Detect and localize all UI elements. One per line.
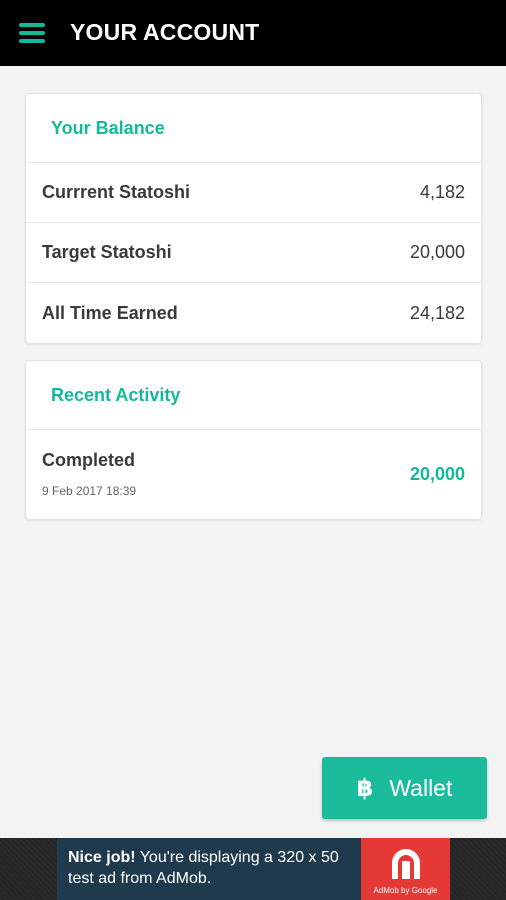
balance-value: 20,000 bbox=[409, 242, 465, 262]
activity-item: Completed 9 Feb 2017 18:39 20,000 bbox=[26, 430, 481, 519]
bitcoin-icon: ฿ bbox=[356, 774, 374, 802]
balance-heading: Your Balance bbox=[26, 94, 481, 163]
activity-status: Completed bbox=[42, 450, 136, 470]
balance-row-all-time: All Time Earned 24,182 bbox=[26, 283, 481, 343]
admob-logo-icon bbox=[392, 849, 420, 879]
ad-text-bold: Nice job! bbox=[68, 849, 136, 866]
admob-logo: AdMob by Google bbox=[361, 838, 450, 900]
balance-row-target: Target Statoshi 20,000 bbox=[26, 223, 481, 283]
wallet-button[interactable]: ฿ Wallet bbox=[322, 757, 487, 819]
balance-label: Target Statoshi bbox=[42, 242, 172, 262]
page-title: YOUR ACCOUNT bbox=[70, 19, 260, 45]
activity-heading: Recent Activity bbox=[26, 361, 481, 430]
activity-date: 9 Feb 2017 18:39 bbox=[42, 484, 137, 498]
ad-text: Nice job! You're displaying a 320 x 50 t… bbox=[68, 847, 358, 889]
balance-label: Currrent Statoshi bbox=[42, 182, 191, 202]
balance-card: Your Balance Currrent Statoshi 4,182 Tar… bbox=[25, 93, 482, 344]
balance-value: 24,182 bbox=[409, 302, 465, 323]
wallet-button-label: Wallet bbox=[389, 774, 453, 801]
admob-logo-caption: AdMob by Google bbox=[373, 886, 438, 895]
activity-amount: 20,000 bbox=[409, 464, 465, 484]
recent-activity-card: Recent Activity Completed 9 Feb 2017 18:… bbox=[25, 360, 482, 520]
balance-label: All Time Earned bbox=[42, 302, 178, 323]
balance-value: 4,182 bbox=[419, 182, 465, 202]
admob-test-ad[interactable]: Nice job! You're displaying a 320 x 50 t… bbox=[57, 838, 450, 900]
balance-row-current: Currrent Statoshi 4,182 bbox=[26, 163, 481, 223]
top-app-bar: YOUR ACCOUNT bbox=[0, 0, 506, 66]
hamburger-menu-icon[interactable] bbox=[14, 18, 50, 48]
